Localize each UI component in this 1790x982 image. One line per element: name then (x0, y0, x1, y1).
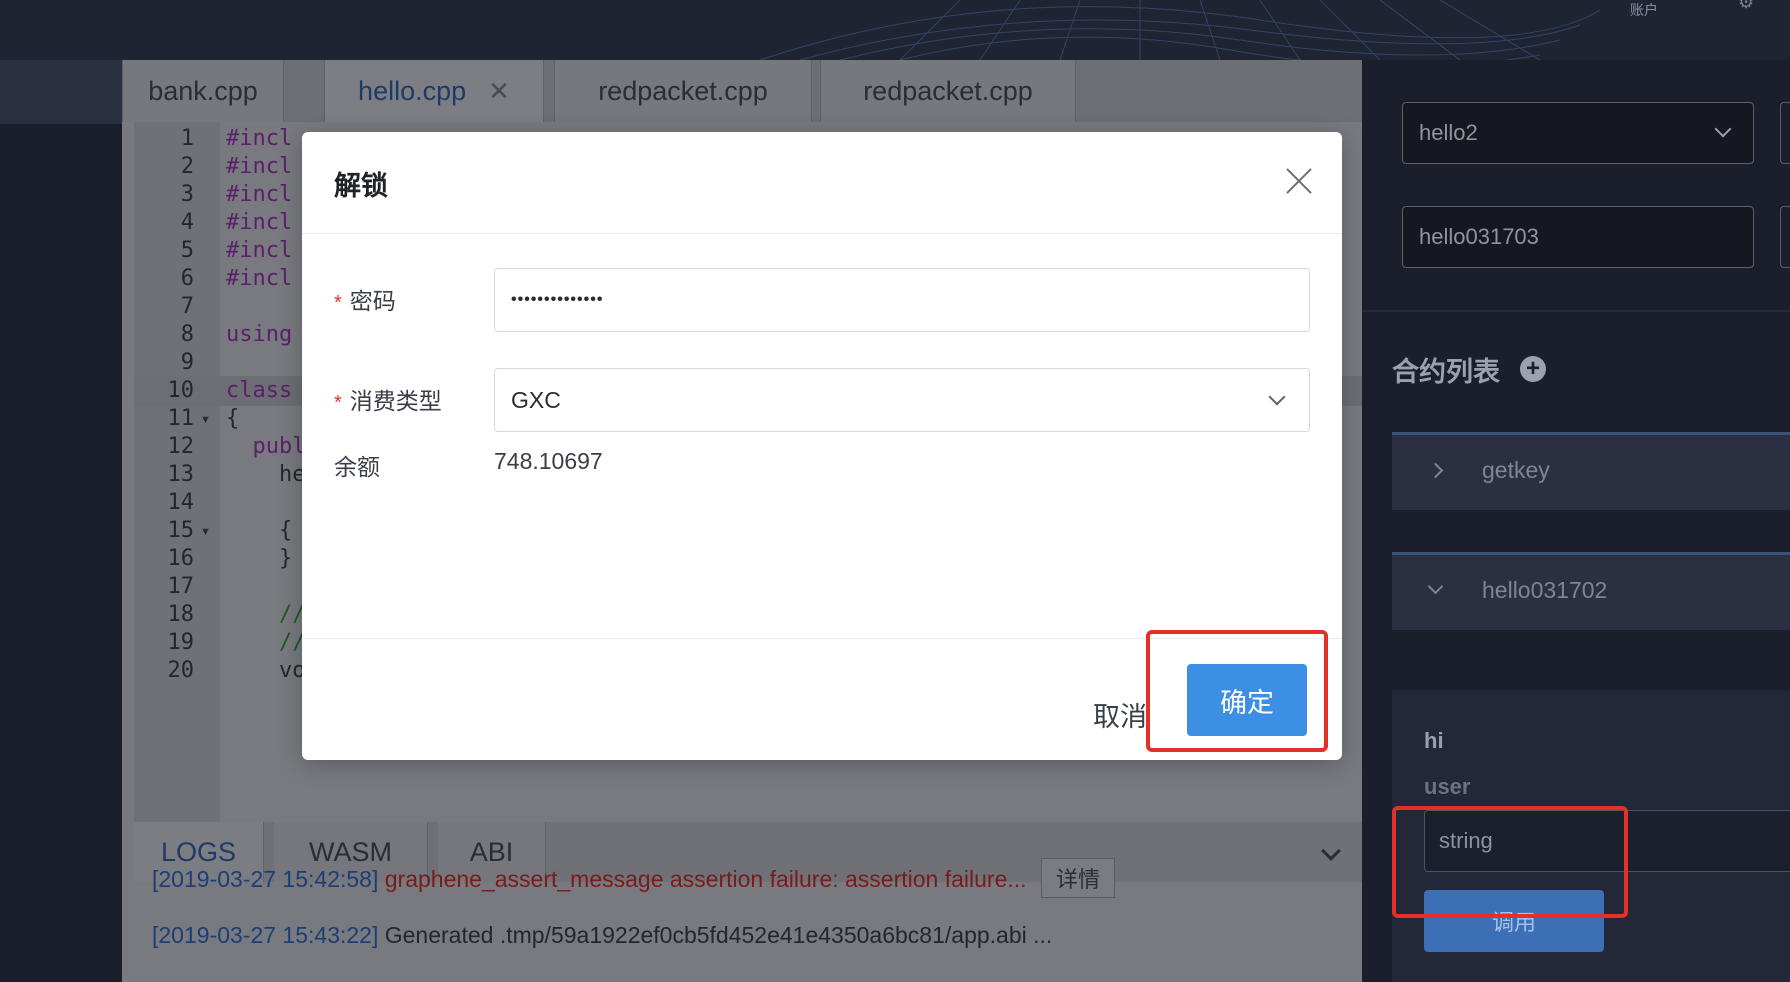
code-line: // (226, 602, 306, 627)
code-line: #incl (226, 266, 293, 291)
tab-label: redpacket.cpp (863, 75, 1033, 106)
chevron-down-icon[interactable] (1321, 841, 1341, 861)
line-number: 4 (180, 210, 194, 235)
fee-type-select[interactable]: GXC (494, 368, 1310, 432)
code-line: #incl (226, 182, 293, 207)
log-timestamp: [2019-03-27 15:42:58] (152, 866, 379, 892)
line-number: 10 (167, 378, 195, 403)
line-number: 18 (167, 602, 195, 627)
code-line: #incl (226, 126, 293, 151)
line-number: 12 (167, 434, 195, 459)
log-timestamp: [2019-03-27 15:43:22] (152, 922, 379, 948)
tab-redpacket-cpp-2[interactable]: redpacket.cpp (820, 60, 1076, 122)
annotation-highlight-confirm (1146, 630, 1328, 752)
side-control[interactable] (1780, 102, 1790, 164)
file-tabs: bank.cpp hello.cpp ✕ redpacket.cpp redpac… (122, 60, 1362, 122)
contract-list-title: 合约列表 (1392, 357, 1500, 387)
fee-type-label: * 消费类型 (334, 388, 442, 414)
code-line: #incl (226, 238, 293, 263)
log-entry: [2019-03-27 15:43:22] Generated .tmp/59a… (152, 922, 1052, 949)
line-number: 3 (180, 182, 194, 207)
code-line: } (226, 546, 293, 571)
code-line: publ (226, 434, 306, 459)
contract-item-label: hello031702 (1482, 577, 1608, 603)
line-number: 8 (180, 322, 194, 347)
divider (1362, 310, 1790, 312)
log-details-button[interactable]: 详情 (1040, 858, 1115, 898)
add-contract-icon[interactable]: + (1520, 356, 1546, 382)
code-line: vo (226, 658, 306, 683)
line-number: 11 (167, 406, 195, 431)
dialog-header: 解锁 (302, 132, 1342, 234)
wireframe-decoration (759, 0, 1601, 60)
code-line: #incl (226, 210, 293, 235)
contract-item-getkey[interactable]: getkey (1392, 432, 1790, 510)
top-header: 账户 ⚙ (0, 0, 1790, 60)
fold-arrow-icon[interactable]: ▼ (200, 414, 211, 426)
line-number: 14 (167, 490, 195, 515)
code-line: { (226, 518, 293, 543)
close-icon[interactable]: ✕ (488, 76, 510, 107)
line-number: 9 (180, 350, 194, 375)
tab-bank-cpp[interactable]: bank.cpp (122, 60, 284, 122)
code-line: using (226, 322, 293, 347)
chevron-down-icon (1268, 388, 1286, 406)
contract-item-label: getkey (1482, 457, 1550, 483)
tab-label: bank.cpp (148, 75, 258, 106)
account-menu-label[interactable]: 账户 (1630, 0, 1658, 20)
contract-item-hello031702[interactable]: hello031702 (1392, 552, 1790, 630)
line-number: 7 (180, 294, 194, 319)
code-line: { (226, 406, 240, 431)
password-field[interactable]: •••••••••••••• (494, 268, 1310, 332)
line-number: 16 (167, 546, 195, 571)
nav-item-active[interactable] (0, 60, 122, 124)
line-number: 17 (167, 574, 195, 599)
chevron-down-icon (1427, 578, 1444, 595)
dialog-title: 解锁 (334, 171, 388, 201)
line-number: 1 (180, 126, 194, 151)
balance-value: 748.10697 (494, 448, 603, 474)
account-select-value: hello2 (1419, 120, 1478, 145)
tab-redpacket-cpp[interactable]: redpacket.cpp (554, 60, 812, 122)
line-number: 2 (180, 154, 194, 179)
code-line: class (226, 378, 293, 403)
left-navigation (0, 60, 122, 982)
balance-label: 余额 (334, 454, 380, 480)
code-line: he (226, 462, 306, 487)
fee-type-value: GXC (511, 386, 561, 413)
line-number: 5 (180, 238, 194, 263)
log-message: Generated .tmp/59a1922ef0cb5fd452e41e435… (384, 922, 1053, 948)
line-number: 19 (167, 630, 195, 655)
line-number: 13 (167, 462, 195, 487)
contract-name-value: hello031703 (1419, 224, 1539, 249)
line-number: 6 (180, 266, 194, 291)
annotation-highlight-invoke (1392, 806, 1628, 918)
line-number: 20 (167, 658, 195, 683)
log-message: graphene_assert_message assertion failur… (384, 866, 1027, 892)
password-value: •••••••••••••• (511, 291, 604, 308)
tab-label: redpacket.cpp (598, 75, 768, 106)
close-icon[interactable] (1282, 164, 1316, 198)
password-label: * 密码 (334, 288, 396, 314)
param-label: user (1424, 774, 1471, 799)
tab-label: hello.cpp (358, 75, 467, 106)
account-select[interactable]: hello2 (1402, 102, 1754, 164)
method-name: hi (1424, 728, 1444, 753)
code-line: #incl (226, 154, 293, 179)
side-control[interactable] (1780, 206, 1790, 268)
chevron-right-icon (1427, 462, 1444, 479)
contract-name-input[interactable]: hello031703 (1402, 206, 1754, 268)
log-entry: [2019-03-27 15:42:58] graphene_assert_me… (152, 858, 1115, 898)
fold-arrow-icon[interactable]: ▼ (200, 526, 211, 538)
chevron-down-icon (1714, 120, 1732, 138)
gear-icon[interactable]: ⚙ (1738, 0, 1754, 11)
line-number: 15 (167, 518, 195, 543)
code-line: // (226, 630, 306, 655)
tab-hello-cpp[interactable]: hello.cpp ✕ (324, 60, 544, 122)
